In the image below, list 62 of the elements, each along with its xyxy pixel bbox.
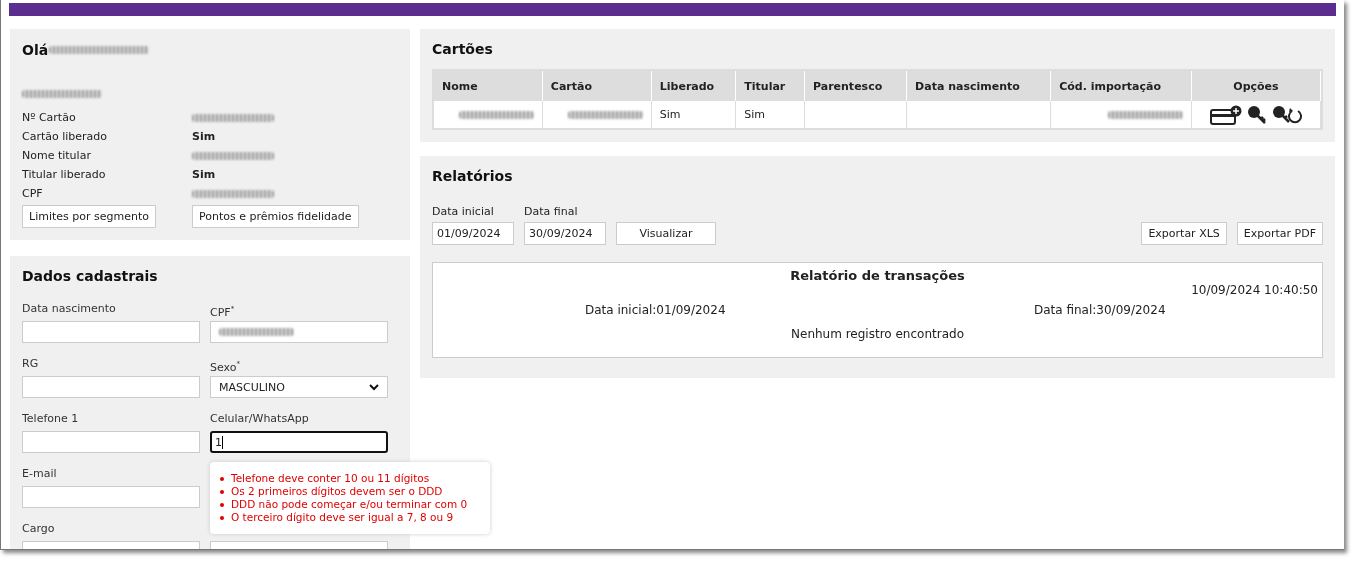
date-field[interactable]: 01/09/2024 xyxy=(432,222,514,245)
bullet-icon xyxy=(220,489,224,494)
input-field[interactable] xyxy=(22,431,200,453)
action-button[interactable]: Pontos e prêmios fidelidade xyxy=(192,205,359,228)
input-field[interactable] xyxy=(210,321,388,343)
error-message: DDD não pode começar e/ou terminar com 0 xyxy=(231,498,468,511)
info-value: Sim xyxy=(192,129,217,144)
error-message: Telefone deve conter 10 ou 11 dígitos xyxy=(231,472,430,485)
input-field[interactable] xyxy=(22,321,200,343)
report-timestamp: 10/09/2024 10:40:50 xyxy=(1191,283,1318,297)
error-message: O terceiro dígito deve ser igual a 7, 8 ou 9 xyxy=(231,511,454,524)
info-label: Nome titular xyxy=(22,148,92,163)
date-field[interactable]: 30/09/2024 xyxy=(524,222,606,245)
key-refresh-icon[interactable] xyxy=(1271,104,1302,125)
section-title: Cartões xyxy=(432,41,494,57)
section-title: Dados cadastrais xyxy=(22,268,159,284)
info-label: Cartão liberado xyxy=(22,129,109,144)
action-button[interactable]: Limites por segmento xyxy=(22,205,156,228)
column-header: Cód. importação xyxy=(1050,71,1192,101)
table-cell: Sim xyxy=(651,101,736,128)
field-label: Data inicial xyxy=(432,205,495,218)
section-title: Relatórios xyxy=(432,168,514,184)
info-label: Nº Cartão xyxy=(22,110,77,125)
export-button[interactable]: Exportar XLS xyxy=(1141,222,1227,245)
info-label: Titular liberado xyxy=(22,167,107,182)
greeting-title: Olá xyxy=(22,42,49,58)
error-message: Os 2 primeiros dígitos devem ser o DDD xyxy=(231,485,443,498)
column-header: Data nascimento xyxy=(906,71,1051,101)
bullet-icon xyxy=(220,515,224,520)
field-label: E-mail xyxy=(22,467,58,482)
column-header: Titular xyxy=(735,71,805,101)
column-header: Cartão xyxy=(542,71,652,101)
field-label: CPF$^{*}$ xyxy=(210,304,236,318)
report-end-date: Data final:30/09/2024 xyxy=(1034,303,1166,317)
table-cell: Sim xyxy=(735,101,805,128)
report-title: Relatório de transações xyxy=(790,268,965,283)
field-label: Cargo xyxy=(22,522,56,537)
input-field[interactable]: 1 xyxy=(210,431,388,453)
column-header: Parentesco xyxy=(804,71,907,101)
field-label: RG xyxy=(22,357,40,372)
info-value: Sim xyxy=(192,167,217,182)
info-label: CPF xyxy=(22,186,44,201)
key-icon[interactable] xyxy=(1246,104,1267,125)
column-header: Nome xyxy=(434,71,543,101)
field-label: Celular/WhatsApp xyxy=(210,412,310,427)
report-start-date: Data inicial:01/09/2024 xyxy=(584,303,726,317)
select-field[interactable]: MASCULINO xyxy=(210,376,388,398)
field-label: Sexo$^{*}$ xyxy=(210,359,241,373)
input-field[interactable] xyxy=(22,486,200,508)
bullet-icon xyxy=(220,476,224,481)
field-label: Data nascimento xyxy=(22,302,117,317)
bullet-icon xyxy=(220,502,224,507)
empty-message: Nenhum registro encontrado xyxy=(791,327,964,341)
export-button[interactable]: Exportar PDF xyxy=(1236,222,1323,245)
input-field[interactable] xyxy=(22,376,200,398)
card-plus-icon[interactable] xyxy=(1209,104,1242,125)
column-header: Opções xyxy=(1191,71,1321,101)
field-label: Telefone 1 xyxy=(22,412,80,427)
field-label: Data final xyxy=(524,205,579,218)
view-button[interactable]: Visualizar xyxy=(616,222,716,245)
chevron-down-icon xyxy=(369,383,379,391)
column-header: Liberado xyxy=(651,71,736,101)
